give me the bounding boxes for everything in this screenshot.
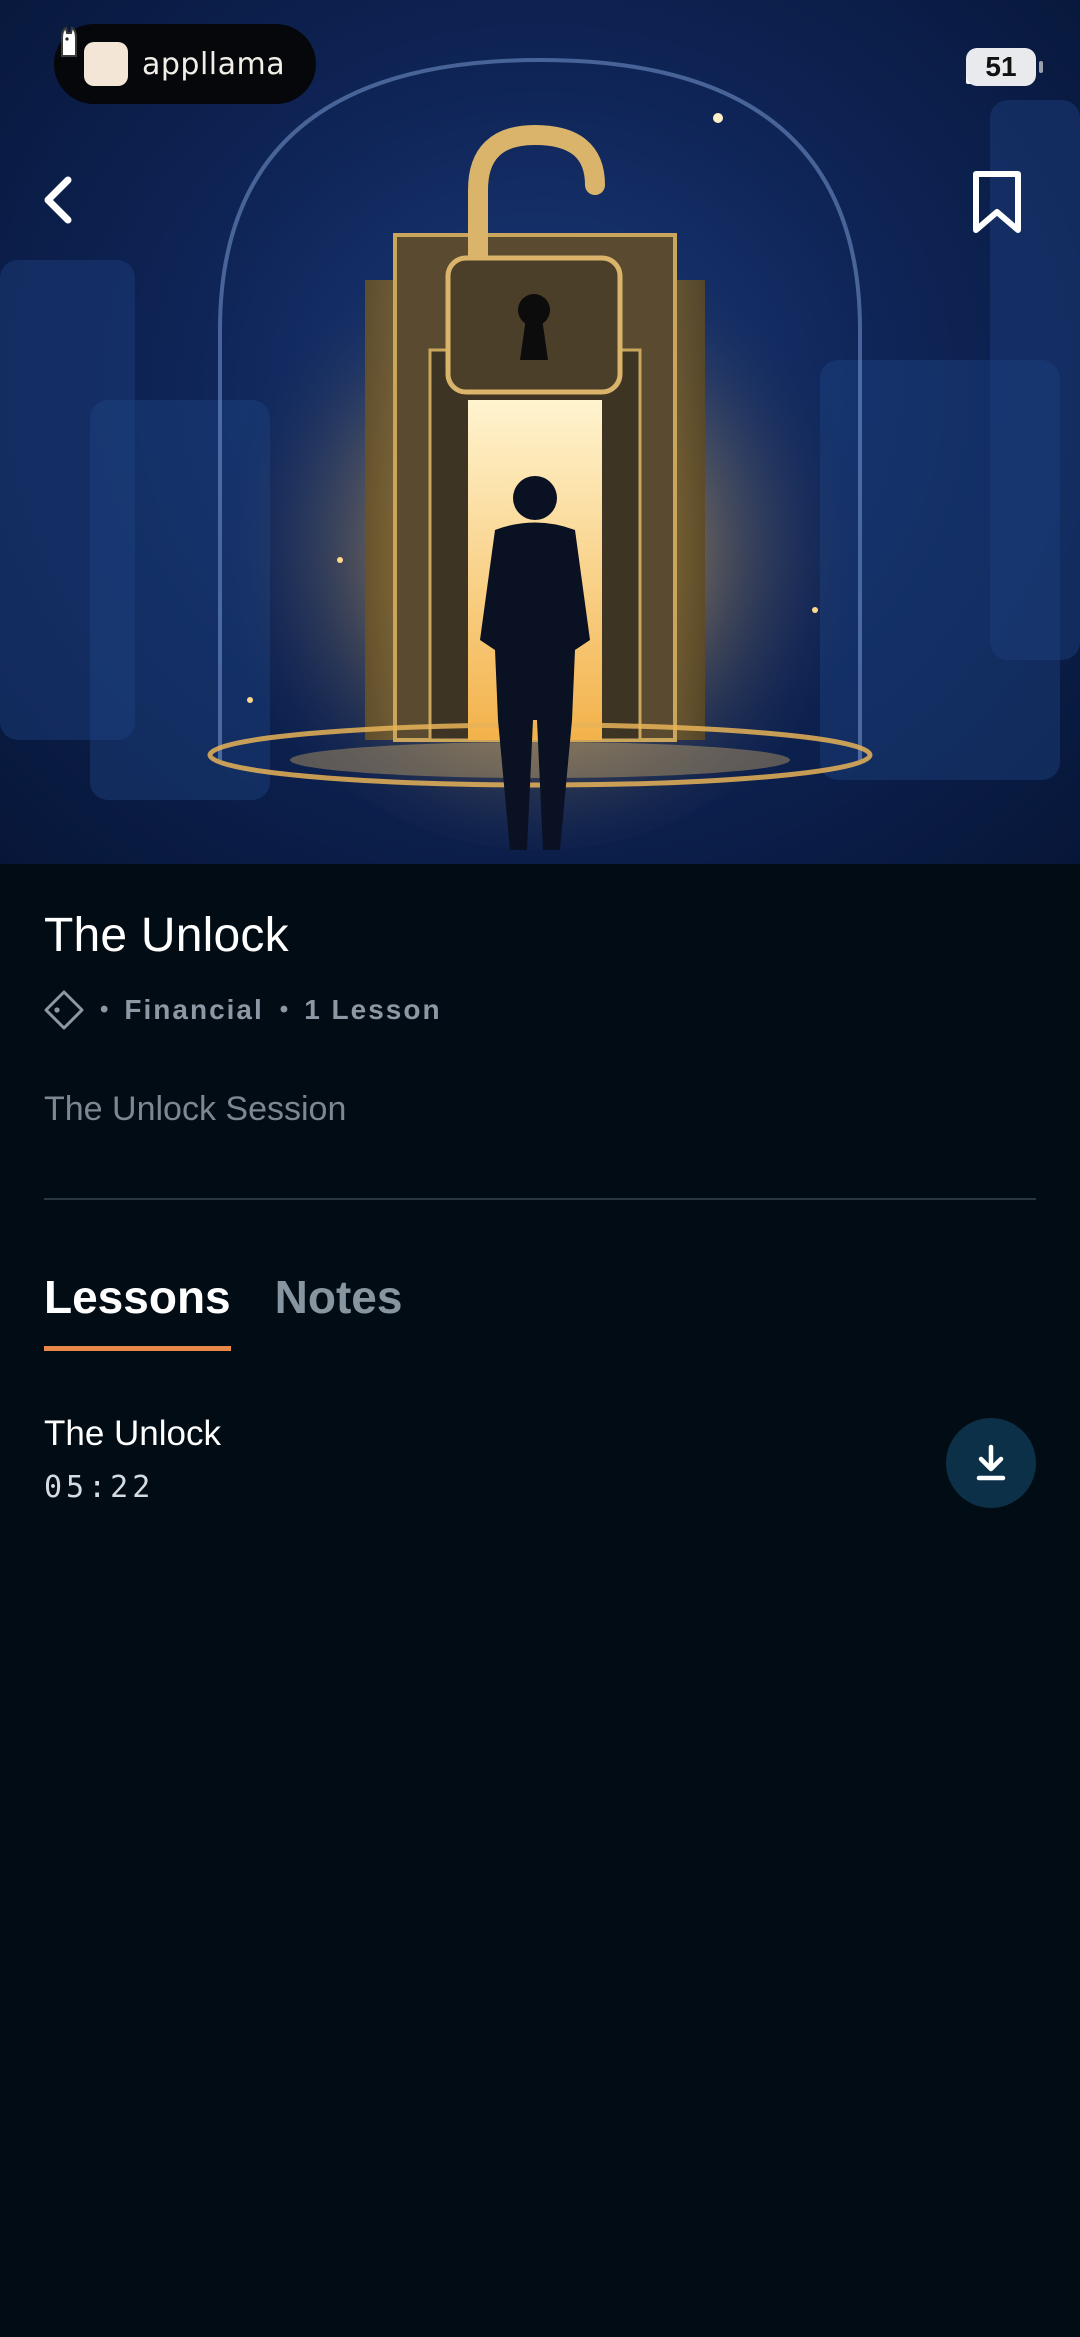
download-icon (976, 1444, 1006, 1481)
llama-logo-icon (61, 26, 128, 86)
course-subtitle: The Unlock Session (44, 1090, 347, 1128)
status-bar-indicators: 51 (966, 48, 1043, 86)
diamond-tag-icon (44, 990, 84, 1030)
battery-level: 51 (985, 51, 1017, 82)
bookmark-icon (973, 171, 1021, 233)
tab-lessons[interactable]: Lessons (44, 1270, 231, 1351)
chevron-left-icon (44, 176, 72, 224)
back-button[interactable] (38, 172, 94, 242)
battery-indicator: 51 (966, 48, 1043, 86)
recorder-app-name: appllama (142, 46, 286, 82)
content-tabs: Lessons Notes (44, 1270, 402, 1351)
course-meta: • Financial • 1 Lesson (44, 990, 442, 1030)
course-title: The Unlock (44, 909, 289, 962)
meta-separator: • (100, 996, 111, 1023)
lesson-duration: 05:22 (44, 1470, 155, 1505)
screen-recorder-pill: appllama (54, 24, 316, 104)
hero-illustration (0, 57, 1080, 850)
course-lesson-count: 1 Lesson (304, 994, 442, 1025)
tab-notes[interactable]: Notes (275, 1270, 403, 1351)
hero-image: appllama 51 (0, 0, 1080, 864)
course-category: Financial (124, 994, 264, 1025)
lesson-title: The Unlock (44, 1414, 222, 1453)
bookmark-button[interactable] (970, 170, 1040, 246)
divider (44, 1198, 1036, 1200)
download-button[interactable] (946, 1418, 1036, 1508)
lesson-list-item[interactable]: The Unlock 05:22 (44, 1414, 1036, 1514)
meta-separator: • (279, 996, 291, 1023)
